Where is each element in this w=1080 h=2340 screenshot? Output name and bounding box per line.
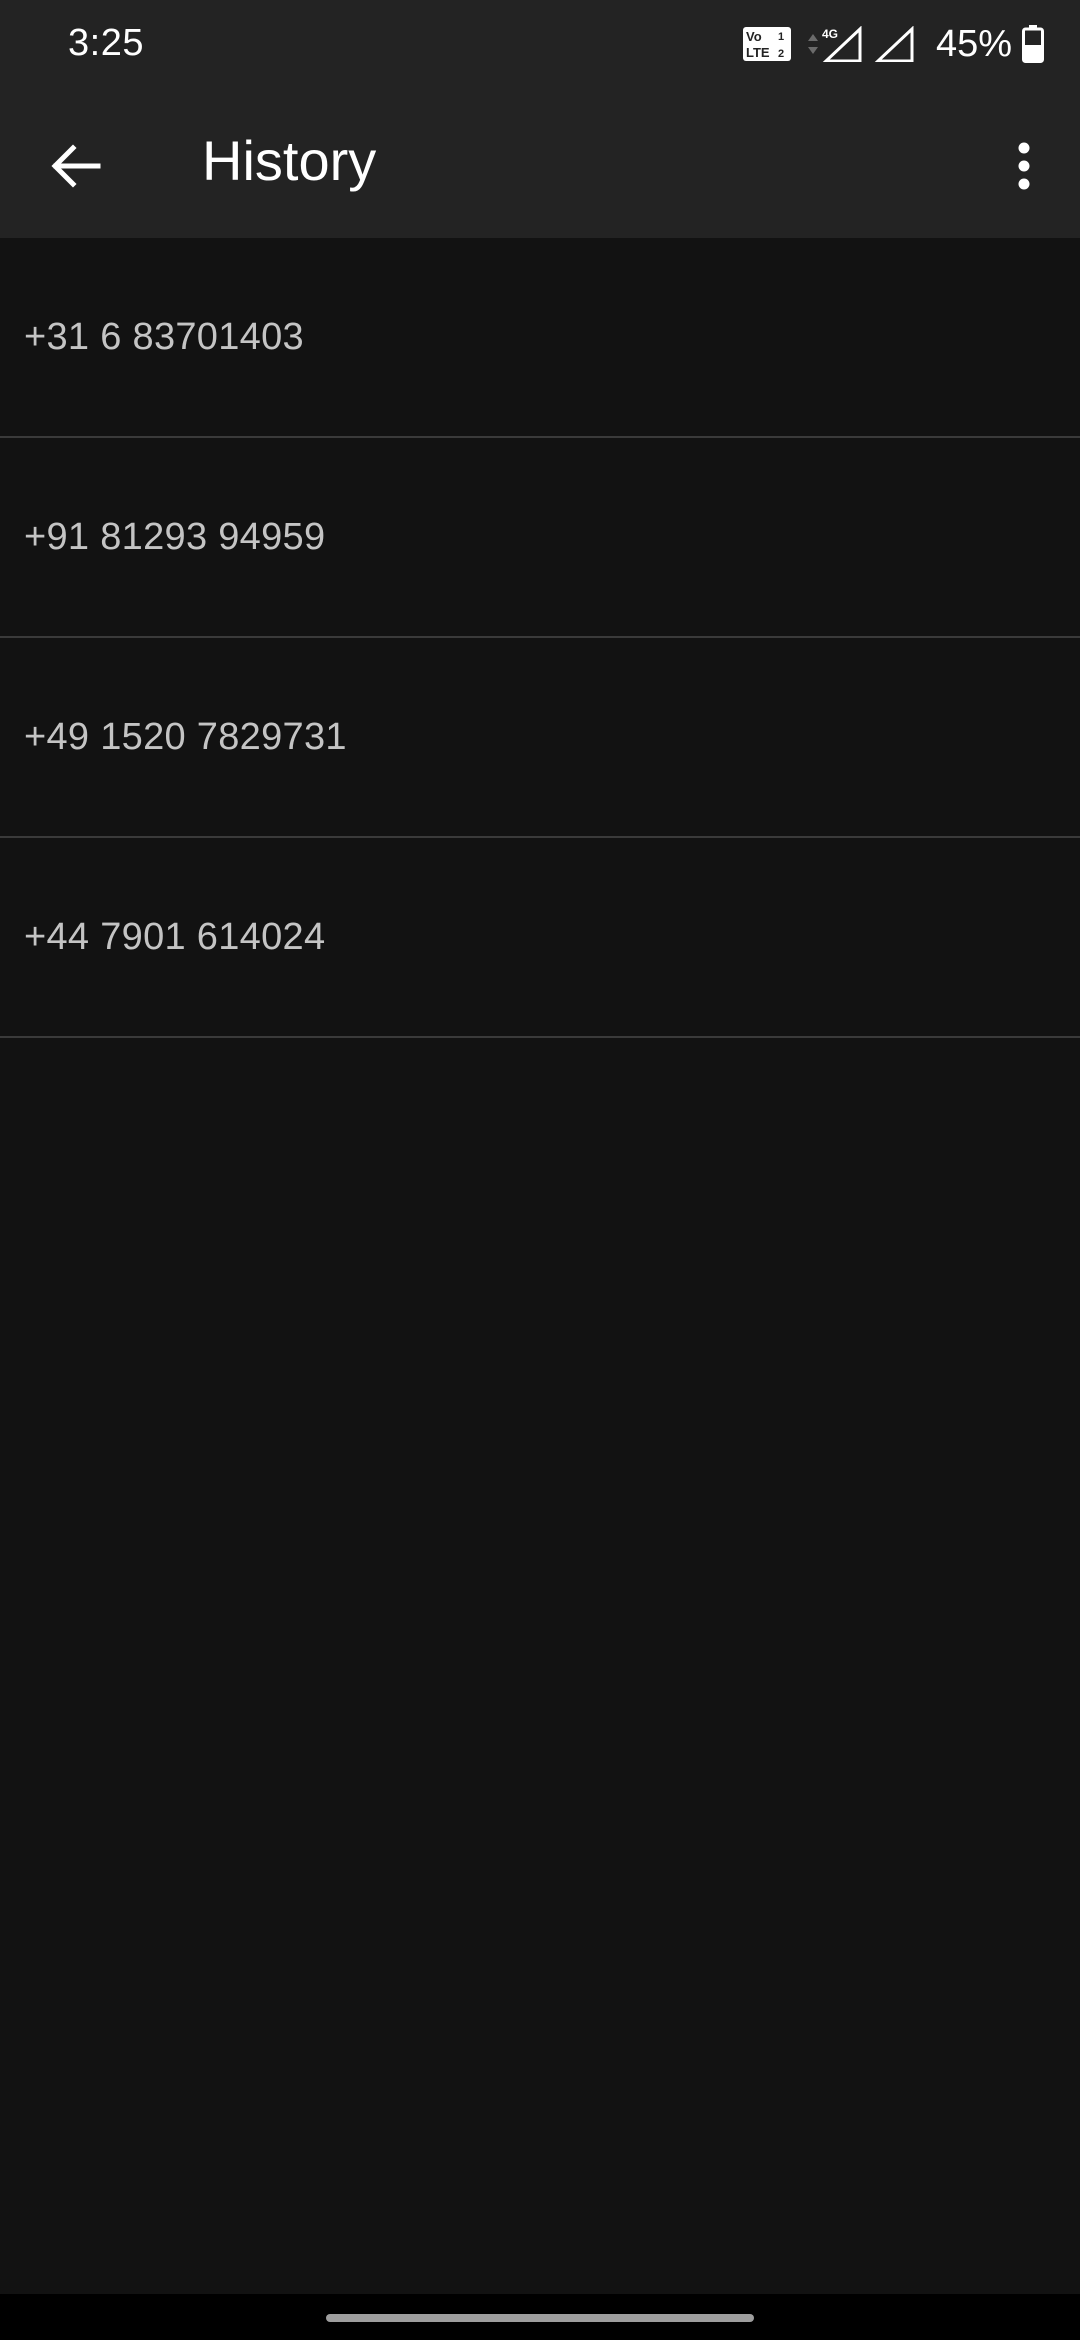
- history-item[interactable]: +91 81293 94959: [0, 438, 1080, 638]
- page-title: History: [202, 129, 377, 192]
- battery-percent: 45%: [935, 22, 1012, 65]
- navigation-bar: [0, 2294, 1080, 2340]
- gesture-handle[interactable]: [326, 2314, 754, 2322]
- history-number: +91 81293 94959: [24, 515, 326, 558]
- arrow-left-icon: [51, 144, 101, 188]
- data-arrows-icon: [807, 34, 818, 54]
- volte-sim2: 2: [778, 48, 784, 60]
- history-item[interactable]: +49 1520 7829731: [0, 638, 1080, 838]
- app-bar: History: [0, 88, 1080, 238]
- volte-sim1: 1: [778, 31, 784, 43]
- more-options-button[interactable]: [988, 130, 1060, 202]
- history-number: +31 6 83701403: [24, 315, 304, 358]
- status-bar: 3:25 Vo 1 LTE 2 4G 45%: [0, 0, 1080, 88]
- volte-label-bottom: LTE: [746, 45, 770, 60]
- history-number: +49 1520 7829731: [24, 715, 347, 758]
- history-list: +31 6 83701403 +91 81293 94959 +49 1520 …: [0, 238, 1080, 1038]
- volte-label-top: Vo: [746, 29, 762, 44]
- history-number: +44 7901 614024: [24, 915, 326, 958]
- signal-icon: [874, 26, 914, 62]
- signal-4g-icon: 4G: [822, 26, 862, 62]
- volte-icon: Vo 1 LTE 2: [742, 27, 791, 61]
- history-item[interactable]: +31 6 83701403: [0, 238, 1080, 438]
- network-type: 4G: [822, 27, 838, 41]
- more-vert-icon: [1018, 142, 1030, 190]
- screen: 3:25 Vo 1 LTE 2 4G 45% History +31 6 837…: [0, 0, 1080, 2340]
- status-icons: Vo 1 LTE 2 4G 45%: [742, 20, 1044, 68]
- back-button[interactable]: [40, 130, 112, 202]
- battery-icon: [1022, 25, 1044, 63]
- status-time: 3:25: [68, 22, 144, 64]
- history-item[interactable]: +44 7901 614024: [0, 838, 1080, 1038]
